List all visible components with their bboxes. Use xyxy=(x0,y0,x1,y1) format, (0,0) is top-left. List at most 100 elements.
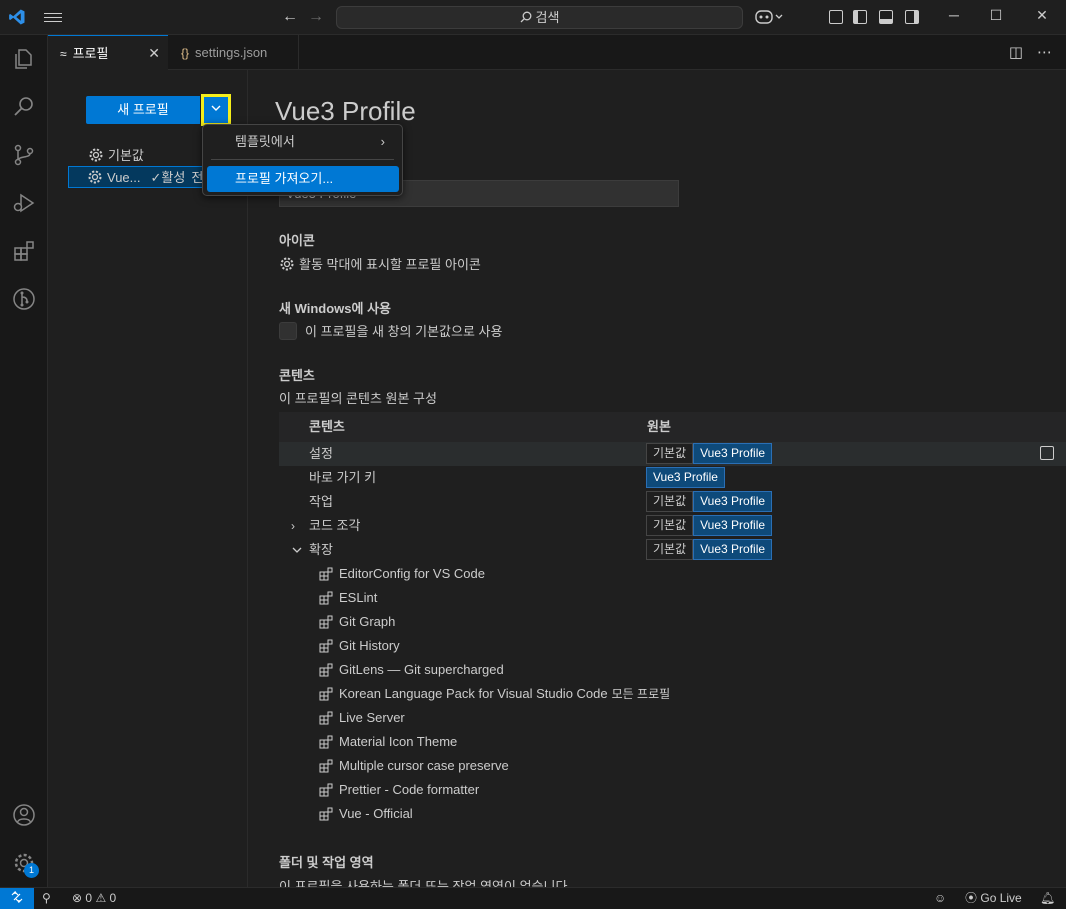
tab-settings-json[interactable]: {} settings.json xyxy=(169,35,299,70)
close-icon[interactable]: ✕ xyxy=(148,36,160,71)
table-row-keybindings[interactable]: 바로 가기 키 Vue3 Profile xyxy=(279,466,1066,490)
more-actions-icon[interactable]: ⋯ xyxy=(1037,44,1052,61)
toggle-primary-sidebar-icon[interactable] xyxy=(853,10,867,24)
extension-item[interactable]: Git History xyxy=(279,634,1066,658)
split-editor-icon[interactable]: ◫ xyxy=(1009,44,1023,61)
minimize-icon[interactable]: ─ xyxy=(944,7,964,23)
problems-indicator[interactable]: ⊗ 0 ⚠ 0 xyxy=(72,888,116,909)
extension-item[interactable]: Material Icon Theme xyxy=(279,730,1066,754)
row-name: 코드 조각 xyxy=(309,518,361,533)
row-name: 설정 xyxy=(309,446,333,461)
arrow-right-icon[interactable]: → xyxy=(308,8,324,26)
extensions-icon[interactable] xyxy=(12,239,36,263)
chevron-down-icon xyxy=(211,105,221,111)
extension-name: EditorConfig for VS Code xyxy=(339,566,485,581)
active-badge: ✓활성 xyxy=(150,170,186,185)
profiles-tab-icon: ≈ xyxy=(60,47,67,61)
source-toggle: 기본값 Vue3 Profile xyxy=(646,491,773,513)
all-profiles-tag: 모든 프로필 xyxy=(611,687,671,701)
toggle-secondary-sidebar-icon[interactable] xyxy=(905,10,919,24)
extension-item[interactable]: ESLint xyxy=(279,586,1066,610)
ports-icon[interactable]: ⚲ xyxy=(42,888,51,909)
table-row-extensions[interactable]: 확장 기본값 Vue3 Profile xyxy=(279,538,1066,562)
folders-heading: 폴더 및 작업 영역 xyxy=(279,855,374,870)
extension-item[interactable]: Vue - Official xyxy=(279,802,1066,826)
extension-item[interactable]: Git Graph xyxy=(279,610,1066,634)
new-windows-heading: 새 Windows에 사용 xyxy=(279,301,391,316)
extension-icon xyxy=(319,807,333,821)
profile-item-default[interactable]: 기본값 xyxy=(68,145,144,167)
source-profile-button[interactable]: Vue3 Profile xyxy=(646,467,725,488)
extension-icon xyxy=(319,759,333,773)
source-default-button[interactable]: 기본값 xyxy=(646,491,694,512)
copilot-status-icon[interactable]: ☺ xyxy=(934,888,946,909)
source-default-button[interactable]: 기본값 xyxy=(646,443,694,464)
run-debug-icon[interactable] xyxy=(12,191,36,215)
extension-icon xyxy=(319,567,333,581)
explorer-icon[interactable] xyxy=(12,47,36,71)
extension-item[interactable]: Prettier - Code formatter xyxy=(279,778,1066,802)
source-profile-button[interactable]: Vue3 Profile xyxy=(693,515,773,536)
chevron-down-icon[interactable] xyxy=(291,538,303,562)
extension-item[interactable]: GitLens — Git supercharged xyxy=(279,658,1066,682)
source-control-icon[interactable] xyxy=(12,143,36,167)
gear-icon[interactable] xyxy=(279,256,295,272)
extension-name: Prettier - Code formatter xyxy=(339,782,480,797)
contents-table: 콘텐츠 원본 설정 기본값 Vue3 Profile 바로 가기 키 Vue3 P… xyxy=(279,412,1066,826)
table-row-settings[interactable]: 설정 기본값 Vue3 Profile xyxy=(279,442,1066,466)
new-profile-button[interactable]: 새 프로필 xyxy=(86,96,200,124)
git-graph-icon[interactable] xyxy=(12,287,36,311)
extension-icon xyxy=(319,591,333,605)
go-live-button[interactable]: ⦿ Go Live xyxy=(965,888,1022,909)
menu-item-label: 템플릿에서 xyxy=(235,134,295,149)
source-profile-button[interactable]: Vue3 Profile xyxy=(693,539,773,560)
folders-description: 이 프로필을 사용하는 폴더 또는 작업 영역이 없습니다 xyxy=(279,879,568,887)
source-default-button[interactable]: 기본값 xyxy=(646,539,694,560)
search-activity-icon[interactable] xyxy=(12,95,36,119)
source-profile-button[interactable]: Vue3 Profile xyxy=(693,443,773,464)
open-file-icon[interactable] xyxy=(1040,446,1054,460)
toggle-panel-icon[interactable] xyxy=(879,10,893,24)
menu-icon[interactable] xyxy=(44,10,62,24)
remote-indicator[interactable] xyxy=(0,888,34,909)
column-header-contents: 콘텐츠 xyxy=(309,419,345,434)
new-profile-dropdown-button[interactable] xyxy=(201,94,231,126)
table-row-tasks[interactable]: 작업 기본값 Vue3 Profile xyxy=(279,490,1066,514)
error-icon: ⊗ xyxy=(72,891,83,905)
close-window-icon[interactable]: ✕ xyxy=(1032,7,1052,24)
source-toggle: Vue3 Profile xyxy=(646,467,725,489)
source-toggle: 기본값 Vue3 Profile xyxy=(646,443,773,465)
extension-item[interactable]: EditorConfig for VS Code xyxy=(279,562,1066,586)
extension-name: GitLens — Git supercharged xyxy=(339,662,504,677)
extension-name: Korean Language Pack for Visual Studio C… xyxy=(339,686,608,701)
search-box[interactable]: 검색 xyxy=(336,6,743,29)
tab-profiles[interactable]: ≈ 프로필 ✕ xyxy=(48,35,168,70)
use-for-new-windows-checkbox[interactable] xyxy=(279,322,297,340)
accounts-icon[interactable] xyxy=(12,803,36,827)
extension-item[interactable]: Multiple cursor case preserve xyxy=(279,754,1066,778)
remote-icon xyxy=(11,890,23,904)
source-profile-button[interactable]: Vue3 Profile xyxy=(693,491,773,512)
contents-description: 이 프로필의 콘텐츠 원본 구성 xyxy=(279,391,437,406)
copilot-icon[interactable] xyxy=(754,8,784,26)
menu-item-import-profile[interactable]: 프로필 가져오기... xyxy=(207,166,399,192)
source-toggle: 기본값 Vue3 Profile xyxy=(646,539,773,561)
title-bar: ← → 검색 ─ ☐ ✕ xyxy=(0,0,1066,35)
extension-item[interactable]: Korean Language Pack for Visual Studio C… xyxy=(279,682,1066,706)
extension-icon xyxy=(319,663,333,677)
customize-layout-icon[interactable] xyxy=(829,10,843,24)
menu-item-from-template[interactable]: 템플릿에서 › xyxy=(207,129,399,155)
source-default-button[interactable]: 기본값 xyxy=(646,515,694,536)
icon-row[interactable]: 활동 막대에 표시할 프로필 아이콘 xyxy=(279,254,481,273)
manage-badge: 1 xyxy=(24,863,39,878)
chevron-right-icon[interactable]: › xyxy=(291,514,295,538)
gear-icon xyxy=(88,170,102,184)
extension-icon xyxy=(319,687,333,701)
profile-name: 기본값 xyxy=(108,148,144,163)
source-toggle: 기본값 Vue3 Profile xyxy=(646,515,773,537)
notifications-bell-icon[interactable]: 🔔︎ xyxy=(1040,888,1055,909)
maximize-icon[interactable]: ☐ xyxy=(986,7,1006,24)
table-row-snippets[interactable]: › 코드 조각 기본값 Vue3 Profile xyxy=(279,514,1066,538)
extension-item[interactable]: Live Server xyxy=(279,706,1066,730)
arrow-left-icon[interactable]: ← xyxy=(282,8,298,26)
